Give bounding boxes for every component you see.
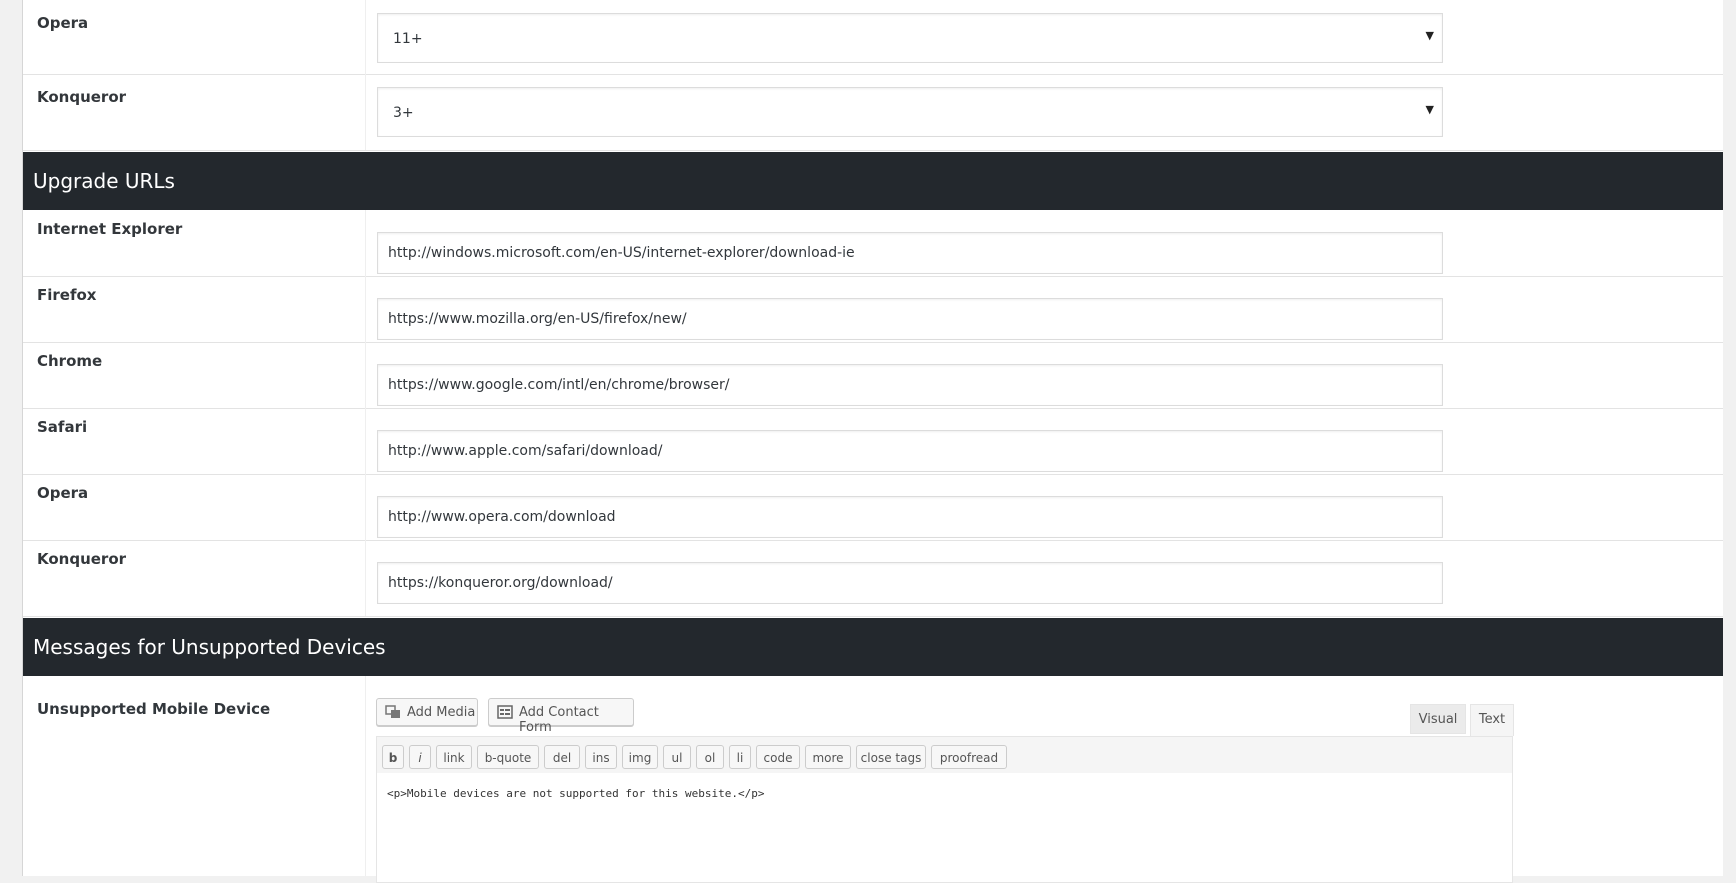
input-value: https://konqueror.org/download/ <box>388 575 613 591</box>
row-label: Opera <box>37 484 89 502</box>
add-media-label: Add Media <box>407 705 476 720</box>
selected-value: 3+ <box>393 105 414 121</box>
qt-label: img <box>628 751 652 765</box>
qt-more-button[interactable]: more <box>805 745 851 769</box>
min-version-row-opera: Opera 11+ ▼ <box>23 0 1723 75</box>
upgrade-url-row-konqueror: Konqueror https://konqueror.org/download… <box>23 540 1723 617</box>
dropdown-arrow-icon: ▼ <box>1425 29 1434 42</box>
qt-bold-button[interactable]: b <box>382 745 404 769</box>
column-divider <box>365 540 366 616</box>
qt-label: ins <box>592 751 610 765</box>
upgrade-url-row-opera: Opera http://www.opera.com/download <box>23 474 1723 541</box>
column-divider <box>365 408 366 474</box>
settings-panel: Opera 11+ ▼ Konqueror 3+ ▼ Upgrade URLs … <box>22 0 1723 883</box>
input-value: https://www.google.com/intl/en/chrome/br… <box>388 377 730 393</box>
row-label: Internet Explorer <box>37 220 183 238</box>
qt-ol-button[interactable]: ol <box>696 745 724 769</box>
upgrade-url-row-firefox: Firefox https://www.mozilla.org/en-US/fi… <box>23 276 1723 343</box>
section-title: Messages for Unsupported Devices <box>33 635 386 659</box>
selected-value: 11+ <box>393 31 423 47</box>
input-value: https://www.mozilla.org/en-US/firefox/ne… <box>388 311 687 327</box>
opera-url-input[interactable]: http://www.opera.com/download <box>377 496 1443 538</box>
unsupported-mobile-label: Unsupported Mobile Device <box>37 700 271 718</box>
qt-label: code <box>763 751 793 765</box>
input-value: http://www.apple.com/safari/download/ <box>388 443 663 459</box>
textarea-content: <p>Mobile devices are not supported for … <box>387 787 765 800</box>
add-media-icon <box>385 705 400 718</box>
upgrade-url-row-ie: Internet Explorer http://windows.microso… <box>23 210 1723 277</box>
column-divider <box>365 74 366 150</box>
dropdown-arrow-icon: ▼ <box>1425 103 1434 116</box>
tab-visual[interactable]: Visual <box>1410 704 1466 734</box>
tab-text-label: Text <box>1478 712 1506 727</box>
add-contact-form-label: Add Contact Form <box>519 705 599 735</box>
qt-italic-button[interactable]: i <box>409 745 431 769</box>
add-media-button[interactable]: Add Media <box>376 698 478 726</box>
qt-label: li <box>736 751 744 765</box>
row-label: Firefox <box>37 286 97 304</box>
qt-ul-button[interactable]: ul <box>663 745 691 769</box>
qt-proofread-button[interactable]: proofread <box>931 745 1007 769</box>
qt-del-button[interactable]: del <box>544 745 580 769</box>
qt-label: i <box>418 751 422 765</box>
qt-label: ol <box>704 751 716 765</box>
section-title: Upgrade URLs <box>33 169 175 193</box>
column-divider <box>365 676 366 876</box>
add-contact-form-button[interactable]: Add Contact Form <box>488 698 634 735</box>
tab-visual-label: Visual <box>1418 712 1458 727</box>
qt-label: b <box>388 751 398 765</box>
qt-bquote-button[interactable]: b-quote <box>477 745 539 769</box>
tab-text[interactable]: Text <box>1470 704 1514 736</box>
qt-link-button[interactable]: link <box>436 745 472 769</box>
message-textarea[interactable]: <p>Mobile devices are not supported for … <box>376 773 1513 883</box>
qt-label: proofread <box>939 751 999 765</box>
row-label: Konqueror <box>37 550 127 568</box>
row-label: Opera <box>37 14 89 32</box>
column-divider <box>365 276 366 342</box>
column-divider <box>365 342 366 408</box>
input-value: http://www.opera.com/download <box>388 509 616 525</box>
input-value: http://windows.microsoft.com/en-US/inter… <box>388 245 855 261</box>
opera-version-select[interactable]: 11+ ▼ <box>377 13 1443 63</box>
upgrade-url-row-chrome: Chrome https://www.google.com/intl/en/ch… <box>23 342 1723 409</box>
section-header-messages: Messages for Unsupported Devices <box>23 618 1723 676</box>
section-header-upgrade-urls: Upgrade URLs <box>23 152 1723 210</box>
min-version-row-konqueror: Konqueror 3+ ▼ <box>23 74 1723 151</box>
konqueror-url-input[interactable]: https://konqueror.org/download/ <box>377 562 1443 604</box>
contact-form-icon <box>497 705 513 719</box>
qt-label: del <box>552 751 572 765</box>
ie-url-input[interactable]: http://windows.microsoft.com/en-US/inter… <box>377 232 1443 274</box>
qt-label: link <box>443 751 465 765</box>
safari-url-input[interactable]: http://www.apple.com/safari/download/ <box>377 430 1443 472</box>
qt-label: more <box>812 751 844 765</box>
firefox-url-input[interactable]: https://www.mozilla.org/en-US/firefox/ne… <box>377 298 1443 340</box>
qt-code-button[interactable]: code <box>756 745 800 769</box>
column-divider <box>365 0 366 74</box>
row-label: Chrome <box>37 352 103 370</box>
qt-label: ul <box>671 751 683 765</box>
column-divider <box>365 210 366 276</box>
chrome-url-input[interactable]: https://www.google.com/intl/en/chrome/br… <box>377 364 1443 406</box>
quicktags-toolbar: b i link b-quote del ins img ul ol li co… <box>376 736 1513 774</box>
qt-ins-button[interactable]: ins <box>585 745 617 769</box>
upgrade-url-row-safari: Safari http://www.apple.com/safari/downl… <box>23 408 1723 475</box>
qt-label: b-quote <box>484 751 532 765</box>
row-label: Konqueror <box>37 88 127 106</box>
konqueror-version-select[interactable]: 3+ ▼ <box>377 87 1443 137</box>
column-divider <box>365 474 366 540</box>
row-label: Safari <box>37 418 88 436</box>
qt-close-tags-button[interactable]: close tags <box>856 745 926 769</box>
qt-label: close tags <box>860 751 922 765</box>
qt-li-button[interactable]: li <box>729 745 751 769</box>
qt-img-button[interactable]: img <box>622 745 658 769</box>
